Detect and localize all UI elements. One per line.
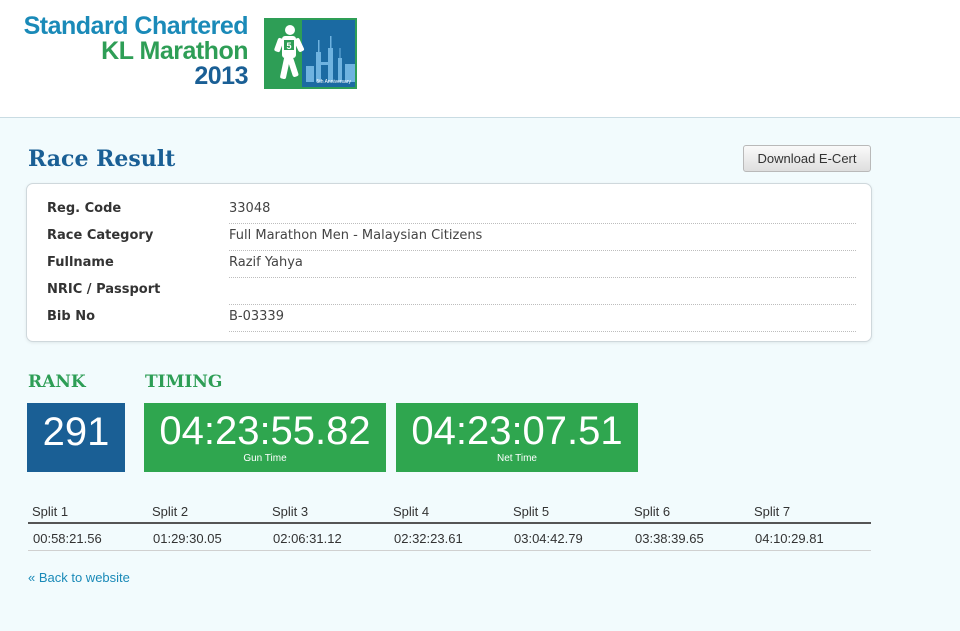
logo-caption: 5th Anniversary <box>316 79 351 85</box>
info-row-reg-code: Reg. Code 33048 <box>27 196 873 224</box>
split-value: 03:04:42.79 <box>514 531 583 546</box>
fullname-label: Fullname <box>47 255 114 270</box>
info-row-fullname: Fullname Razif Yahya <box>27 250 873 278</box>
brand-line-3: 2013 <box>194 62 248 90</box>
brand-line-2: KL Marathon <box>101 37 248 65</box>
bib-no-label: Bib No <box>47 309 96 324</box>
info-row-nric-passport: NRIC / Passport <box>27 277 873 305</box>
logo-bib-number: 5 <box>286 41 291 51</box>
download-ecert-button[interactable]: Download E-Cert <box>743 145 871 172</box>
split-header: Split 3 <box>272 504 309 519</box>
timing-heading: TIMING <box>145 372 223 392</box>
runner-info-card: Reg. Code 33048 Race Category Full Marat… <box>26 183 872 342</box>
split-value: 02:32:23.61 <box>394 531 463 546</box>
split-value: 03:38:39.65 <box>635 531 704 546</box>
reg-code-label: Reg. Code <box>47 201 122 216</box>
info-row-race-category: Race Category Full Marathon Men - Malays… <box>27 223 873 251</box>
split-value: 02:06:31.12 <box>273 531 342 546</box>
split-value: 04:10:29.81 <box>755 531 824 546</box>
site-header: Standard Chartered KL Marathon 2013 5 5t… <box>0 0 960 118</box>
gun-time-box: 04:23:55.82 Gun Time <box>144 403 386 472</box>
rank-value: 291 <box>27 403 125 472</box>
split-header: Split 6 <box>634 504 671 519</box>
nric-passport-label: NRIC / Passport <box>47 282 161 297</box>
rank-heading: RANK <box>28 372 86 392</box>
bib-no-value: B-03339 <box>229 309 856 332</box>
split-header: Split 1 <box>32 504 69 519</box>
splits-value-row: 00:58:21.56 01:29:30.05 02:06:31.12 02:3… <box>28 524 871 551</box>
split-value: 01:29:30.05 <box>153 531 222 546</box>
back-to-website-link[interactable]: « Back to website <box>28 570 130 585</box>
page-title: Race Result <box>28 146 176 172</box>
race-category-value: Full Marathon Men - Malaysian Citizens <box>229 228 856 251</box>
gun-time-value: 04:23:55.82 <box>159 409 371 453</box>
brand-wordmark[interactable]: Standard Chartered KL Marathon 2013 <box>22 12 249 90</box>
split-header: Split 2 <box>152 504 189 519</box>
brand-line-1: Standard Chartered <box>23 12 249 40</box>
net-time-value: 04:23:07.51 <box>411 409 623 453</box>
fullname-value: Razif Yahya <box>229 255 856 278</box>
split-header: Split 7 <box>754 504 791 519</box>
reg-code-value: 33048 <box>229 201 856 224</box>
split-header: Split 5 <box>513 504 550 519</box>
info-row-bib-no: Bib No B-03339 <box>27 304 873 332</box>
split-header: Split 4 <box>393 504 430 519</box>
race-category-label: Race Category <box>47 228 154 243</box>
runner-skyline-logo-icon[interactable]: 5 5th Anniversary <box>264 18 357 89</box>
split-value: 00:58:21.56 <box>33 531 102 546</box>
splits-header-row: Split 1 Split 2 Split 3 Split 4 Split 5 … <box>28 500 871 524</box>
nric-passport-value <box>229 282 856 305</box>
net-time-box: 04:23:07.51 Net Time <box>396 403 638 472</box>
splits-table: Split 1 Split 2 Split 3 Split 4 Split 5 … <box>28 500 871 551</box>
